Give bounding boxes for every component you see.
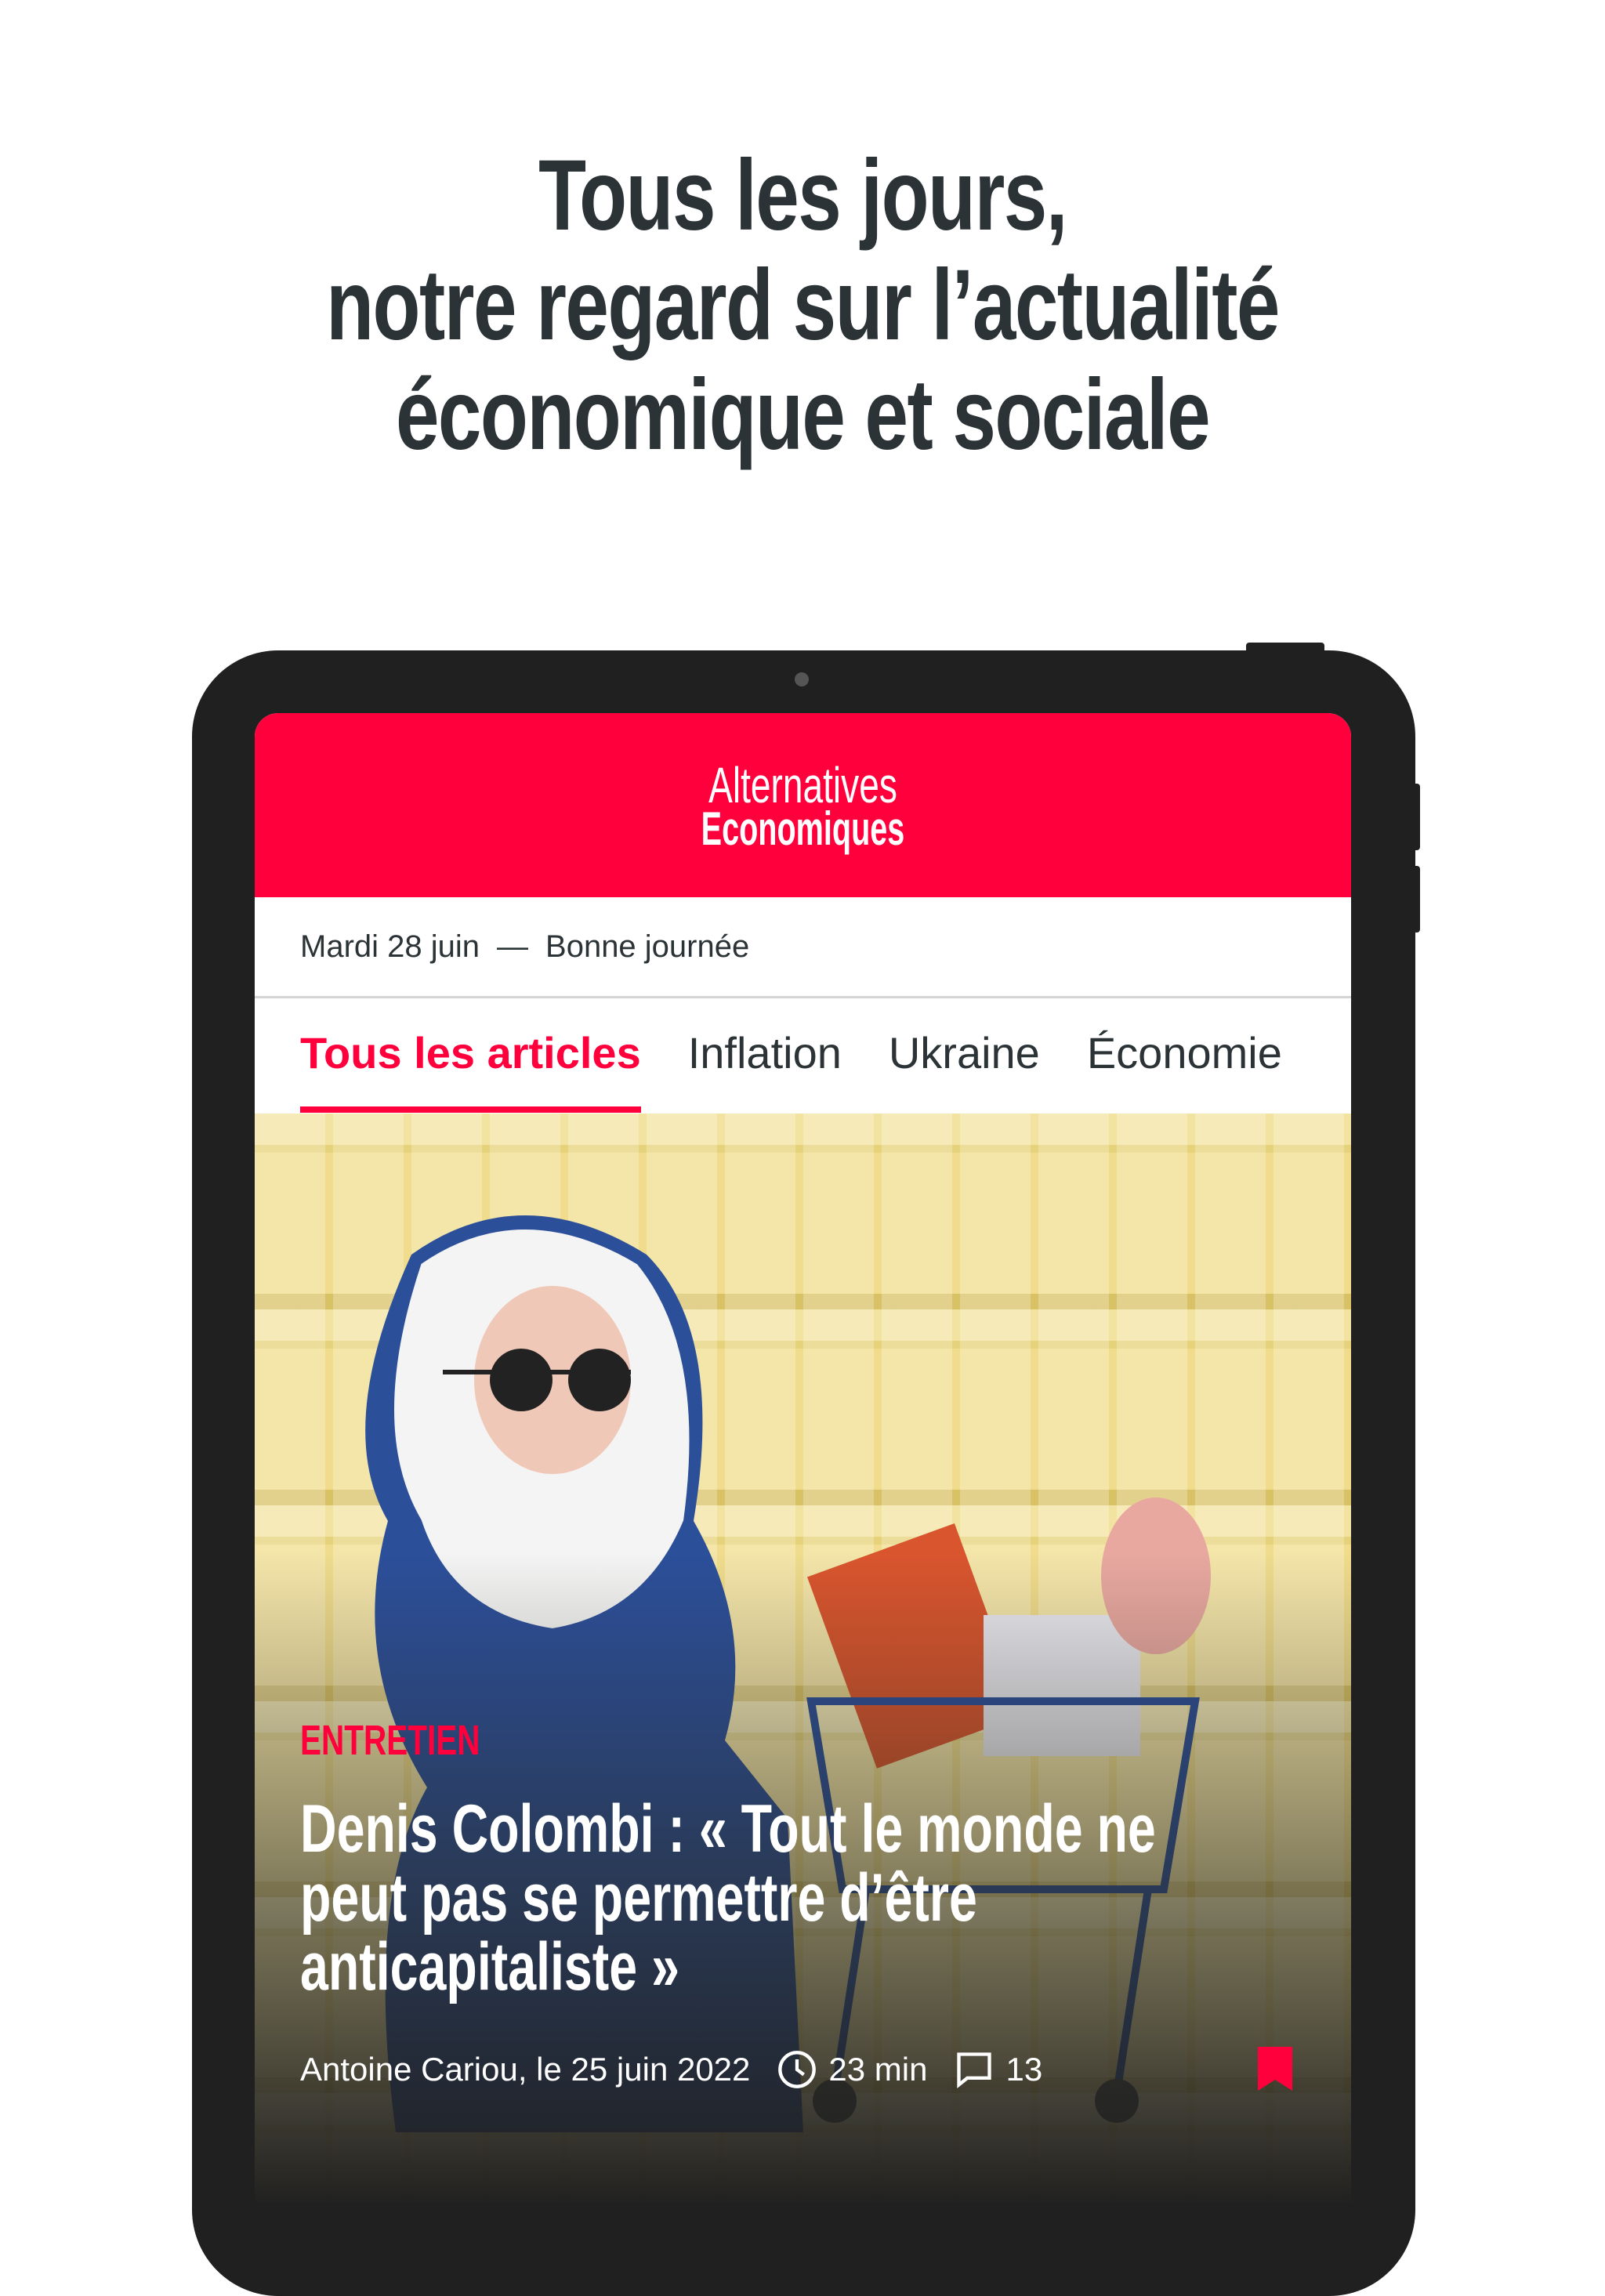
article-meta: Antoine Cariou, le 25 juin 2022 23 min 1… [300, 2049, 1042, 2090]
current-date: Mardi 28 juin [300, 929, 480, 964]
clock-icon [778, 2051, 817, 2088]
article-title[interactable]: Denis Colombi : « Tout le monde ne peut … [300, 1794, 1182, 2001]
comment-icon[interactable] [954, 2049, 995, 2090]
bookmark-icon[interactable] [1258, 2047, 1292, 2091]
article-byline: Antoine Cariou, le 25 juin 2022 [300, 2051, 751, 2088]
logo-line: Economiques [701, 802, 905, 855]
marketing-headline: Tous les jours, notre regard sur l’actua… [0, 141, 1605, 470]
category-tabs: Tous les articles Inflation Ukraine Écon… [255, 998, 1351, 1113]
read-time: 23 min [828, 2051, 928, 2088]
featured-article-image[interactable] [255, 1114, 1351, 2202]
tab-tous-les-articles[interactable]: Tous les articles [300, 1027, 641, 1113]
app-header: Alternatives Economiques [255, 713, 1351, 897]
logo[interactable]: Alternatives Economiques [255, 757, 1351, 855]
headline-line: notre regard sur l’actualité [326, 249, 1280, 361]
tab-economie[interactable]: Économie [1087, 1027, 1282, 1113]
logo-line: Alternatives [708, 757, 897, 813]
headline-line: économique et sociale [395, 359, 1211, 471]
article-kicker[interactable]: ENTRETIEN [300, 1716, 480, 1765]
greeting: Bonne journée [545, 929, 750, 964]
tab-ukraine[interactable]: Ukraine [889, 1027, 1040, 1113]
tab-inflation[interactable]: Inflation [688, 1027, 842, 1113]
separator: — [497, 929, 529, 964]
camera-icon [795, 672, 809, 686]
date-bar: Mardi 28 juin — Bonne journée [255, 897, 1351, 998]
comment-count[interactable]: 13 [1005, 2051, 1042, 2088]
image-gradient-overlay [255, 1114, 1351, 2202]
headline-line: Tous les jours, [538, 139, 1067, 252]
